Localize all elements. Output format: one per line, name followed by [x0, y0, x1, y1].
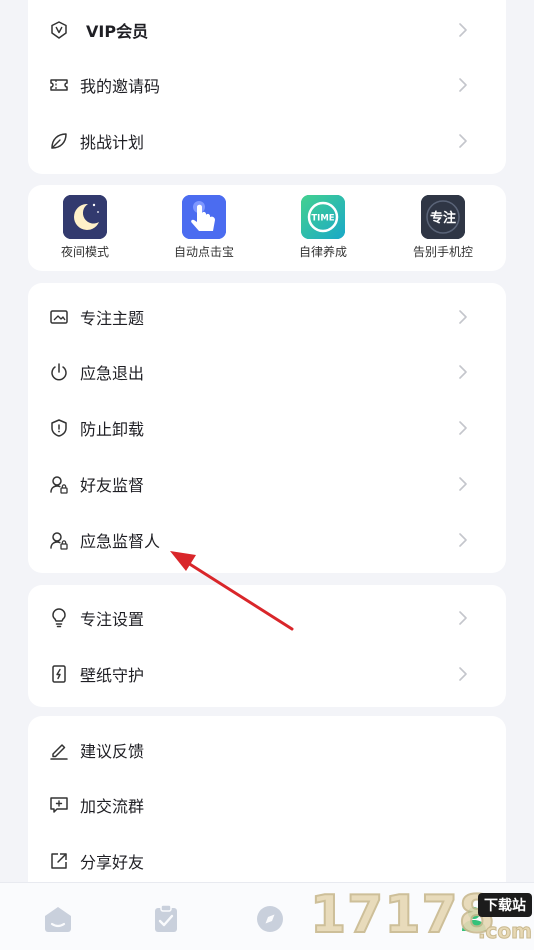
menu-item-wallpaper-guard[interactable]: 壁纸守护 — [28, 646, 506, 702]
focus-badge-icon: 专注 — [421, 195, 465, 239]
focus-badge-text: 专注 — [430, 210, 456, 226]
menu-item-join-group[interactable]: 加交流群 — [28, 777, 506, 833]
leaf-icon — [48, 130, 70, 152]
share-icon — [48, 850, 70, 872]
menu-item-label: 建议反馈 — [80, 742, 145, 761]
menu-item-label: 挑战计划 — [80, 133, 145, 152]
menu-item-invite-code[interactable]: 我的邀请码 — [28, 57, 506, 113]
menu-item-emergency-exit[interactable]: 应急退出 — [28, 344, 506, 400]
chat-plus-icon — [48, 794, 70, 816]
menu-item-emergency-supervisor[interactable]: 应急监督人 — [28, 512, 506, 568]
app-label: 告别手机控 — [412, 245, 473, 259]
clipboard-icon[interactable] — [150, 903, 182, 935]
menu-item-label: 应急监督人 — [80, 532, 161, 551]
menu-item-label: VIP会员 — [86, 22, 149, 41]
feedback-card: 建议反馈 加交流群 分享好友 — [28, 716, 506, 896]
menu-item-label: 壁纸守护 — [80, 666, 145, 685]
tap-hand-icon — [182, 195, 226, 239]
menu-item-friend-supervision[interactable]: 好友监督 — [28, 456, 506, 512]
time-badge-text: TIME — [311, 214, 334, 224]
app-label: 自律养成 — [298, 245, 347, 259]
menu-item-challenge-plan[interactable]: 挑战计划 — [28, 113, 506, 169]
phone-bolt-icon — [48, 663, 70, 685]
chevron-right-icon — [459, 23, 467, 37]
ticket-icon — [48, 74, 70, 96]
home-icon[interactable] — [42, 903, 74, 935]
menu-item-focus-theme[interactable]: 专注主题 — [28, 289, 506, 345]
app-self-discipline[interactable]: TIME 自律养成 — [263, 195, 383, 260]
bulb-icon — [48, 607, 70, 629]
menu-item-label: 我的邀请码 — [80, 77, 161, 96]
menu-item-label: 好友监督 — [80, 476, 145, 495]
image-icon — [48, 306, 70, 328]
chevron-right-icon — [459, 78, 467, 92]
vip-shield-icon — [48, 19, 70, 41]
chevron-right-icon — [459, 533, 467, 547]
watermark-digits: 17178 — [309, 884, 496, 946]
chevron-right-icon — [459, 611, 467, 625]
moon-icon — [63, 195, 107, 239]
time-icon: TIME — [301, 195, 345, 239]
watermark-logo: 17178 下载站 .com — [306, 884, 534, 950]
chevron-right-icon — [459, 421, 467, 435]
menu-item-label: 分享好友 — [80, 853, 145, 872]
compass-icon[interactable] — [254, 903, 286, 935]
chevron-right-icon — [459, 477, 467, 491]
power-icon — [48, 361, 70, 383]
chevron-right-icon — [459, 667, 467, 681]
app-night-mode[interactable]: 夜间模式 — [25, 195, 145, 260]
app-label: 夜间模式 — [60, 245, 109, 259]
chevron-right-icon — [459, 365, 467, 379]
menu-item-vip[interactable]: VIP会员 — [28, 2, 506, 58]
shield-icon — [48, 417, 70, 439]
menu-item-label: 专注主题 — [80, 309, 145, 328]
menu-item-label: 防止卸载 — [80, 420, 145, 439]
app-label: 自动点击宝 — [173, 245, 234, 259]
menu-item-label: 专注设置 — [80, 610, 145, 629]
user-lock-icon — [48, 473, 70, 495]
menu-item-label: 加交流群 — [80, 797, 145, 816]
app-auto-clicker[interactable]: 自动点击宝 — [144, 195, 264, 260]
watermark-badge: 下载站 — [478, 893, 532, 917]
pencil-icon — [48, 739, 70, 761]
user-lock-icon — [48, 529, 70, 551]
menu-item-prevent-uninstall[interactable]: 防止卸载 — [28, 400, 506, 456]
menu-item-share-friends[interactable]: 分享好友 — [28, 833, 506, 889]
app-phone-detox[interactable]: 专注 告别手机控 — [383, 195, 503, 260]
focus-settings-card: 专注设置 壁纸守护 — [28, 585, 506, 707]
tools-card: 夜间模式 自动点击宝 TIME 自律养成 专注 告别手机控 — [28, 185, 506, 271]
chevron-right-icon — [459, 134, 467, 148]
menu-item-feedback[interactable]: 建议反馈 — [28, 722, 506, 778]
watermark-domain: .com — [477, 919, 532, 944]
account-card: VIP会员 我的邀请码 挑战计划 — [28, 0, 506, 174]
focus-controls-card: 专注主题 应急退出 防止卸载 好友监督 应急监督人 — [28, 283, 506, 573]
menu-item-label: 应急退出 — [80, 364, 145, 383]
menu-item-focus-settings[interactable]: 专注设置 — [28, 590, 506, 646]
chevron-right-icon — [459, 310, 467, 324]
